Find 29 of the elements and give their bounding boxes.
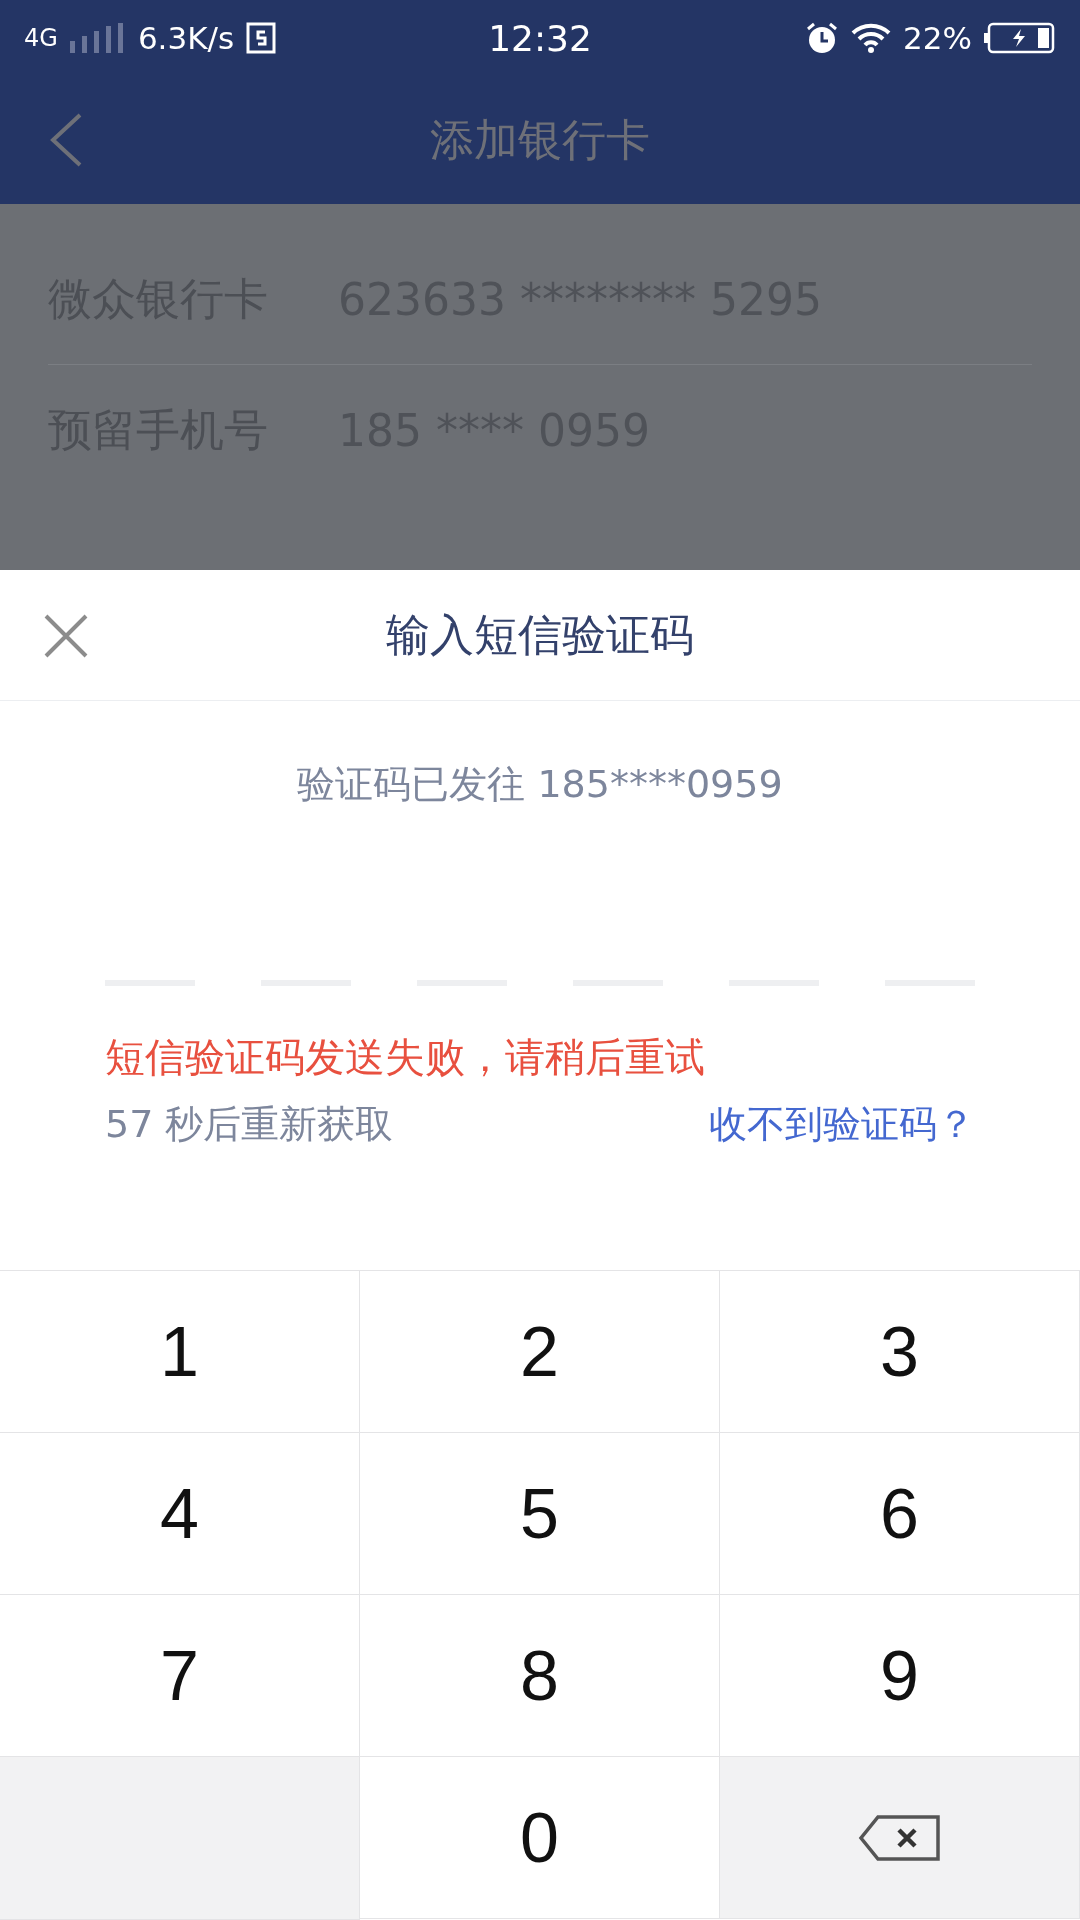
network-type: 4G	[24, 24, 58, 52]
digit-key[interactable]: 4	[0, 1433, 360, 1595]
battery-percent: 22%	[903, 20, 972, 56]
back-icon[interactable]	[48, 112, 84, 168]
digit-key[interactable]: 3	[720, 1271, 1080, 1433]
digit-key[interactable]: 5	[360, 1433, 720, 1595]
digit-key[interactable]: 0	[360, 1757, 720, 1919]
digit-key[interactable]: 1	[0, 1271, 360, 1433]
help-link[interactable]: 收不到验证码？	[709, 1099, 975, 1150]
digit-key[interactable]: 6	[720, 1433, 1080, 1595]
digit-key[interactable]: 9	[720, 1595, 1080, 1757]
clock: 12:32	[488, 17, 592, 59]
backspace-key[interactable]	[720, 1757, 1080, 1919]
digit-key[interactable]: 7	[0, 1595, 360, 1757]
alarm-icon	[805, 21, 840, 55]
digit-key[interactable]: 8	[360, 1595, 720, 1757]
sent-to-text: 验证码已发往 185****0959	[296, 761, 784, 808]
wifi-icon	[851, 22, 892, 54]
signal-icon	[69, 23, 126, 53]
close-icon[interactable]	[44, 614, 88, 658]
digit-key[interactable]: 2	[360, 1271, 720, 1433]
error-message: 短信验证码发送失败，请稍后重试	[105, 1033, 706, 1082]
page-title: 添加银行卡	[430, 112, 650, 167]
network-speed: 6.3K/s	[137, 20, 235, 56]
battery-charging-icon	[984, 22, 1056, 54]
resend-countdown: 57 秒后重新获取	[105, 1101, 394, 1148]
backspace-icon	[857, 1813, 942, 1862]
sheet-title: 输入短信验证码	[386, 607, 694, 662]
sim-card-icon	[246, 22, 277, 54]
